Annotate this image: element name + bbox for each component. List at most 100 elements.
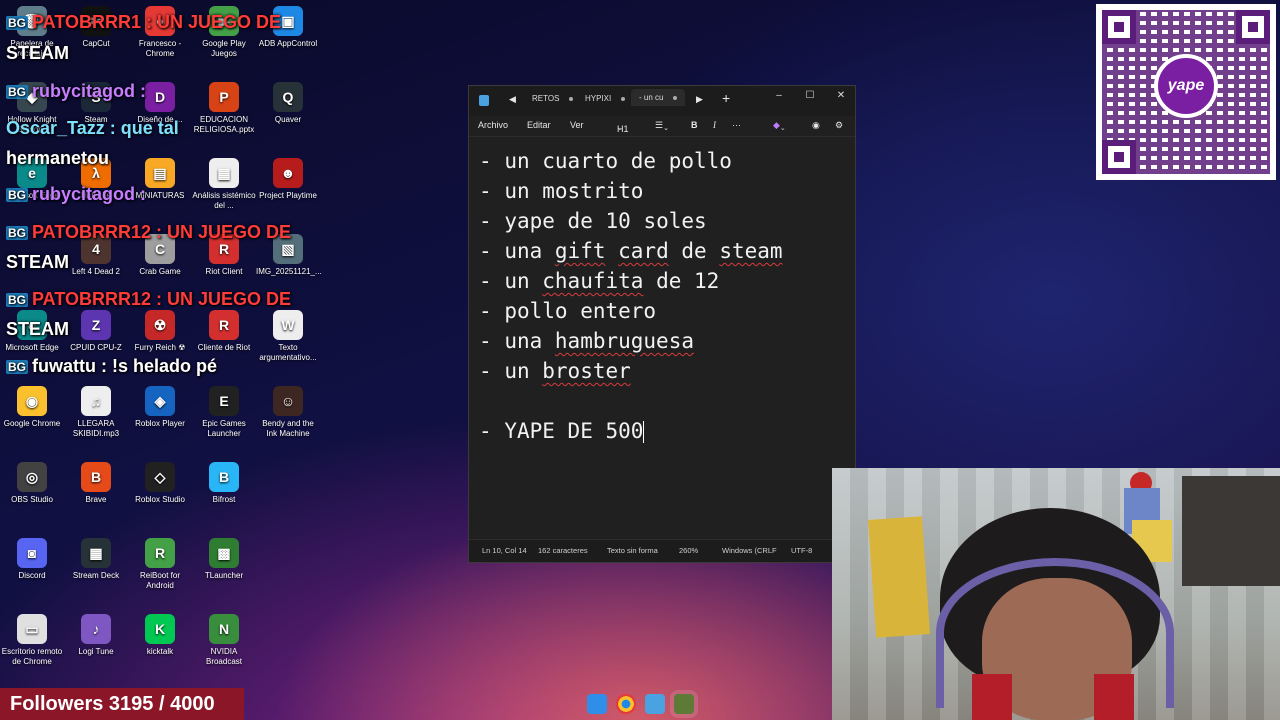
desktop-icon[interactable]: ♫ LLEGARA SKIBIDI.mp3	[64, 386, 128, 439]
notepad-window[interactable]: ◀ RETOS HYPIXI - un cu ▶ + – ☐ ✕ Archivo…	[468, 85, 856, 563]
line-word: -	[479, 149, 492, 173]
line-word	[593, 419, 606, 443]
status-encoding[interactable]: UTF-8	[791, 546, 812, 555]
desktop-icon[interactable]: Kkicktalk	[128, 614, 192, 657]
chat-message: BG rubycitagod :	[6, 184, 146, 205]
desktop-icon[interactable]: ▩ TLauncher	[192, 538, 256, 581]
status-zoom[interactable]: 260%	[679, 546, 698, 555]
app-icon: ▩	[209, 538, 239, 568]
yape-qr-code: yape	[1096, 4, 1276, 180]
line-word	[618, 149, 631, 173]
yape-logo: yape	[1154, 54, 1218, 118]
app-icon: ◈	[145, 386, 175, 416]
app-icon: P	[209, 82, 239, 112]
tab-hypixi[interactable]: HYPIXI	[585, 94, 626, 103]
notepad-text-area[interactable]: - un cuarto de pollo - un mostrito - yape …	[469, 138, 855, 540]
app-icon: ▤	[145, 158, 175, 188]
close-icon[interactable]: ✕	[831, 90, 851, 101]
notepad-line: - un broster	[479, 356, 855, 386]
copilot-icon[interactable]: ◆ ⌄	[773, 120, 786, 132]
webcam-feed	[832, 468, 1280, 720]
desktop-icon[interactable]: ☺ Bendy and the Ink Machine	[256, 386, 320, 439]
app-icon: ◎	[17, 462, 47, 492]
line-word	[492, 149, 505, 173]
list-dropdown[interactable]: ☰ ⌄	[655, 120, 669, 132]
desktop-icon[interactable]: ▦ Stream Deck	[64, 538, 128, 581]
qr-finder-bottom-left	[1102, 140, 1136, 174]
notepad-line: - un cuarto de pollo	[479, 146, 855, 176]
desktop-icon-label: Discord	[18, 571, 46, 580]
notepad-app-icon	[479, 95, 489, 106]
status-line-endings[interactable]: Windows (CRLF	[722, 546, 777, 555]
chat-text: PATOBRRR12 : UN JUEGO DE	[32, 289, 292, 309]
chat-message: Oscar_Tazz : que tal	[6, 118, 179, 139]
desktop-icon-label: Brave	[85, 495, 107, 504]
line-word	[707, 239, 720, 263]
desktop-icon[interactable]: ◙ Discord	[0, 538, 64, 581]
desktop-icon[interactable]: Q Quaver	[256, 82, 320, 125]
tab-scroll-left-icon[interactable]: ◀	[509, 94, 516, 105]
desktop-icon[interactable]: ♪ Logi Tune	[64, 614, 128, 657]
desktop-icon[interactable]: Z CPUID CPU-Z	[64, 310, 128, 353]
new-tab-icon[interactable]: +	[722, 90, 730, 106]
desktop-icon-label: Crab Game	[139, 267, 181, 276]
desktop-icon[interactable]: ▭ Escritorio remoto de Chrome	[0, 614, 64, 667]
minecraft-taskbar-icon[interactable]	[674, 694, 694, 714]
menu-archivo[interactable]: Archivo	[478, 120, 508, 130]
desktop-icon-label: Roblox Player	[135, 419, 185, 428]
account-icon[interactable]: ◉	[812, 120, 820, 131]
line-word	[492, 269, 505, 293]
misspelled-word: chaufita	[542, 269, 644, 293]
menu-editar[interactable]: Editar	[527, 120, 551, 130]
minimize-icon[interactable]: –	[769, 90, 789, 101]
notepad-taskbar-icon[interactable]	[645, 694, 665, 714]
tab-active[interactable]: - un cu	[631, 89, 686, 106]
desktop-icon-label: CapCut	[82, 39, 110, 48]
tab-scroll-right-icon[interactable]: ▶	[696, 94, 703, 105]
desktop-icon[interactable]: R Cliente de Riot	[192, 310, 256, 353]
windows-start-icon[interactable]	[587, 694, 607, 714]
line-word: de	[681, 239, 707, 263]
line-word: un	[504, 359, 530, 383]
desktop-icon[interactable]: B Brave	[64, 462, 128, 505]
chat-message: BG PATOBRRR12 : UN JUEGO DE	[6, 222, 291, 243]
settings-gear-icon[interactable]: ⚙	[835, 120, 843, 131]
desktop-icon-label: ReiBoot for Android	[139, 571, 181, 590]
line-word: -	[479, 179, 492, 203]
desktop-icon-label: Epic Games Launcher	[202, 419, 246, 438]
desktop-icon[interactable]: N NVIDIA Broadcast	[192, 614, 256, 667]
desktop-icon[interactable]: ▦ Análisis sistémico del ...	[192, 158, 256, 211]
line-word	[643, 269, 656, 293]
app-icon: Q	[273, 82, 303, 112]
app-icon: R	[209, 310, 239, 340]
desktop-icon-label: Stream Deck	[72, 571, 120, 580]
desktop-icon[interactable]: B Bifrost	[192, 462, 256, 505]
chat-message: BG PATOBRRR12 : UN JUEGO DE	[6, 289, 291, 310]
desktop-icon[interactable]: P EDUCACION RELIGIOSA.pptx	[192, 82, 256, 135]
desktop-icon[interactable]: ◈ Roblox Player	[128, 386, 192, 429]
desktop-icon[interactable]: ☢ Furry Reich ☢	[128, 310, 192, 353]
chat-text: hermanetou	[6, 148, 110, 168]
chat-text: rubycitagod :	[32, 184, 147, 204]
tab-retos[interactable]: RETOS	[532, 94, 574, 103]
status-format[interactable]: Texto sin forma	[607, 546, 658, 555]
desktop-icon[interactable]: ☻ Project Playtime	[256, 158, 320, 201]
desktop-icon-label: Furry Reich ☢	[134, 343, 186, 352]
italic-icon[interactable]: I	[713, 120, 716, 130]
desktop-icon[interactable]: ◇ Roblox Studio	[128, 462, 192, 505]
chat-badge-icon: BG	[6, 360, 28, 375]
desktop-icon[interactable]: ◎ OBS Studio	[0, 462, 64, 505]
more-options-icon[interactable]: ···	[732, 120, 741, 130]
notepad-titlebar[interactable]: ◀ RETOS HYPIXI - un cu ▶ + – ☐ ✕	[469, 86, 855, 116]
desktop-icon[interactable]: R ReiBoot for Android	[128, 538, 192, 591]
desktop-icon[interactable]: W Texto argumentativo...	[256, 310, 320, 363]
desktop-icon[interactable]: E Epic Games Launcher	[192, 386, 256, 439]
desktop-icon-label: Left 4 Dead 2	[71, 267, 121, 276]
maximize-icon[interactable]: ☐	[800, 90, 820, 101]
line-word: una	[504, 239, 543, 263]
chrome-taskbar-icon[interactable]	[616, 694, 636, 714]
line-word: mostrito	[542, 179, 644, 203]
menu-ver[interactable]: Ver	[570, 120, 584, 130]
desktop-icon[interactable]: ◉ Google Chrome	[0, 386, 64, 429]
bold-icon[interactable]: B	[691, 120, 698, 130]
